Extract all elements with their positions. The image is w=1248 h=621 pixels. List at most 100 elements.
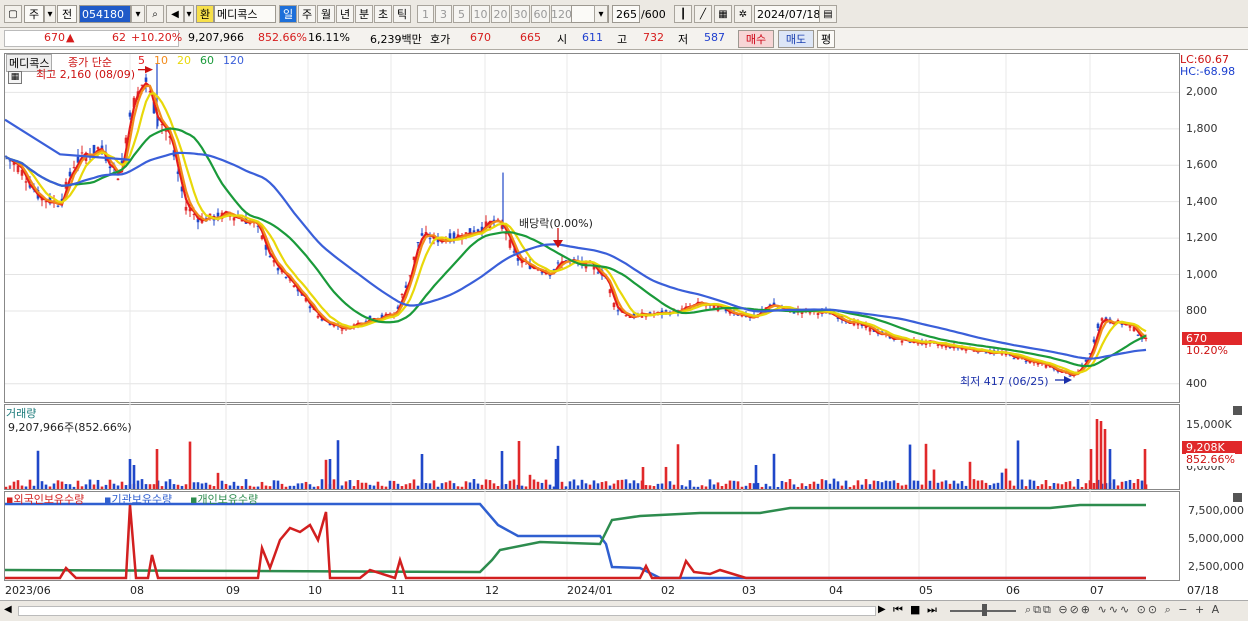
scroll-left-icon[interactable]: ◀: [4, 604, 16, 618]
stop-icon[interactable]: ■: [910, 603, 920, 616]
chart-canvas: [4, 54, 1179, 580]
volume-bar: [92, 484, 96, 489]
candle-body: [144, 77, 148, 82]
holding-line-individual: [4, 503, 1146, 574]
volume-close-icon[interactable]: [1233, 406, 1242, 415]
price-tick: 400: [1186, 376, 1207, 390]
volume-bar: [960, 481, 964, 489]
volume-bar: [720, 486, 724, 489]
volume-bar: [296, 483, 300, 489]
volume-bar: [32, 485, 36, 489]
volume-bar: [88, 479, 92, 489]
volume-bar: [196, 482, 200, 489]
volume-bar: [252, 486, 256, 489]
volume-spike: [155, 449, 159, 489]
volume-bar: [116, 485, 120, 489]
volume-bar: [360, 482, 364, 489]
volume-bar: [1116, 485, 1120, 489]
volume-bar: [316, 486, 320, 489]
volume-bar: [660, 483, 664, 489]
holding-legend-1: ▪기관보유수량: [104, 493, 173, 506]
volume-bar: [636, 483, 640, 489]
volume-bar: [120, 481, 124, 489]
table-toggle-icon[interactable]: ▦: [8, 71, 22, 84]
dividend-note: 배당락(0.00%): [519, 217, 593, 230]
volume-spike: [1108, 449, 1112, 489]
volume-bar: [808, 483, 812, 489]
scroll-bar: ◀ ▶ ⏮ ■ ⏭ ⌕⧉⧉ ⊖⊘⊕ ∿∿∿ ⊙⊙ ⌕ − + A: [0, 600, 1248, 621]
ma-line-20: [5, 92, 1147, 374]
volume-bar: [724, 483, 728, 489]
volume-bar: [264, 485, 268, 489]
volume-bar: [512, 479, 516, 489]
candle-body: [184, 206, 188, 211]
volume-bar: [572, 479, 576, 489]
low-arrow-icon: [1064, 376, 1072, 384]
volume-bar: [480, 484, 484, 489]
volume-bar: [1008, 480, 1012, 489]
holding-line-institution: [5, 502, 1146, 580]
zoom-slider-handle[interactable]: [982, 604, 987, 616]
volume-bar: [448, 480, 452, 489]
volume-bar: [768, 486, 772, 489]
candle-body: [316, 315, 320, 318]
volume-bar: [740, 486, 744, 489]
candle-body: [792, 312, 796, 314]
low-note: 최저 417 (06/25): [960, 375, 1049, 388]
volume-bar: [620, 479, 624, 489]
volume-bar: [220, 480, 224, 489]
candle-body: [1100, 318, 1104, 321]
volume-bar: [284, 486, 288, 489]
volume-bar: [1016, 440, 1020, 489]
volume-bar: [24, 486, 28, 489]
volume-tick-15000: 15,000K: [1186, 418, 1232, 431]
scroll-track[interactable]: [18, 606, 876, 616]
volume-bar: [904, 484, 908, 489]
volume-bar: [896, 482, 900, 489]
volume-bar: [760, 486, 764, 489]
volume-bar: [148, 484, 152, 489]
volume-bar: [240, 486, 244, 489]
volume-bar: [588, 484, 592, 489]
volume-bar: [728, 480, 732, 489]
volume-bar: [940, 481, 944, 489]
volume-bar: [1048, 486, 1052, 489]
volume-bar: [444, 482, 448, 489]
volume-spike: [1099, 421, 1103, 489]
candle-body: [624, 315, 628, 317]
volume-bar: [1064, 481, 1068, 489]
volume-bar: [112, 483, 116, 489]
candle-body: [108, 166, 112, 169]
drawing-tools-icon[interactable]: ⌕⧉⧉ ⊖⊘⊕ ∿∿∿ ⊙⊙ ⌕ − + A: [1025, 603, 1221, 617]
volume-bar: [280, 483, 284, 489]
volume-bar: [1024, 486, 1028, 489]
ma-legend-10: 10: [154, 54, 168, 67]
volume-bar: [948, 483, 952, 489]
volume-bar: [180, 485, 184, 489]
volume-spike: [517, 441, 521, 489]
volume-bar: [684, 486, 688, 489]
scroll-right-icon[interactable]: ▶: [878, 604, 886, 615]
volume-bar: [368, 484, 372, 489]
holding-tick: 2,500,000: [1188, 560, 1244, 573]
x-axis-label: 2023/06: [5, 584, 51, 597]
volume-bar: [332, 479, 336, 489]
last-page-icon[interactable]: ⏭: [927, 603, 937, 617]
volume-bar: [644, 485, 648, 489]
holding-close-icon[interactable]: [1233, 493, 1242, 502]
volume-bar: [68, 484, 72, 489]
volume-bar: [736, 481, 740, 489]
first-page-icon[interactable]: ⏮: [893, 603, 903, 617]
volume-bar: [464, 481, 468, 489]
volume-bar: [628, 483, 632, 489]
volume-bar: [884, 480, 888, 489]
volume-bar: [856, 480, 860, 489]
volume-bar: [96, 479, 100, 489]
volume-bar: [648, 485, 652, 489]
volume-bar: [188, 441, 192, 489]
candle-body: [420, 233, 424, 236]
volume-bar: [816, 483, 820, 489]
volume-spike: [128, 459, 132, 489]
volume-bar: [380, 485, 384, 489]
volume-bar: [488, 480, 492, 489]
